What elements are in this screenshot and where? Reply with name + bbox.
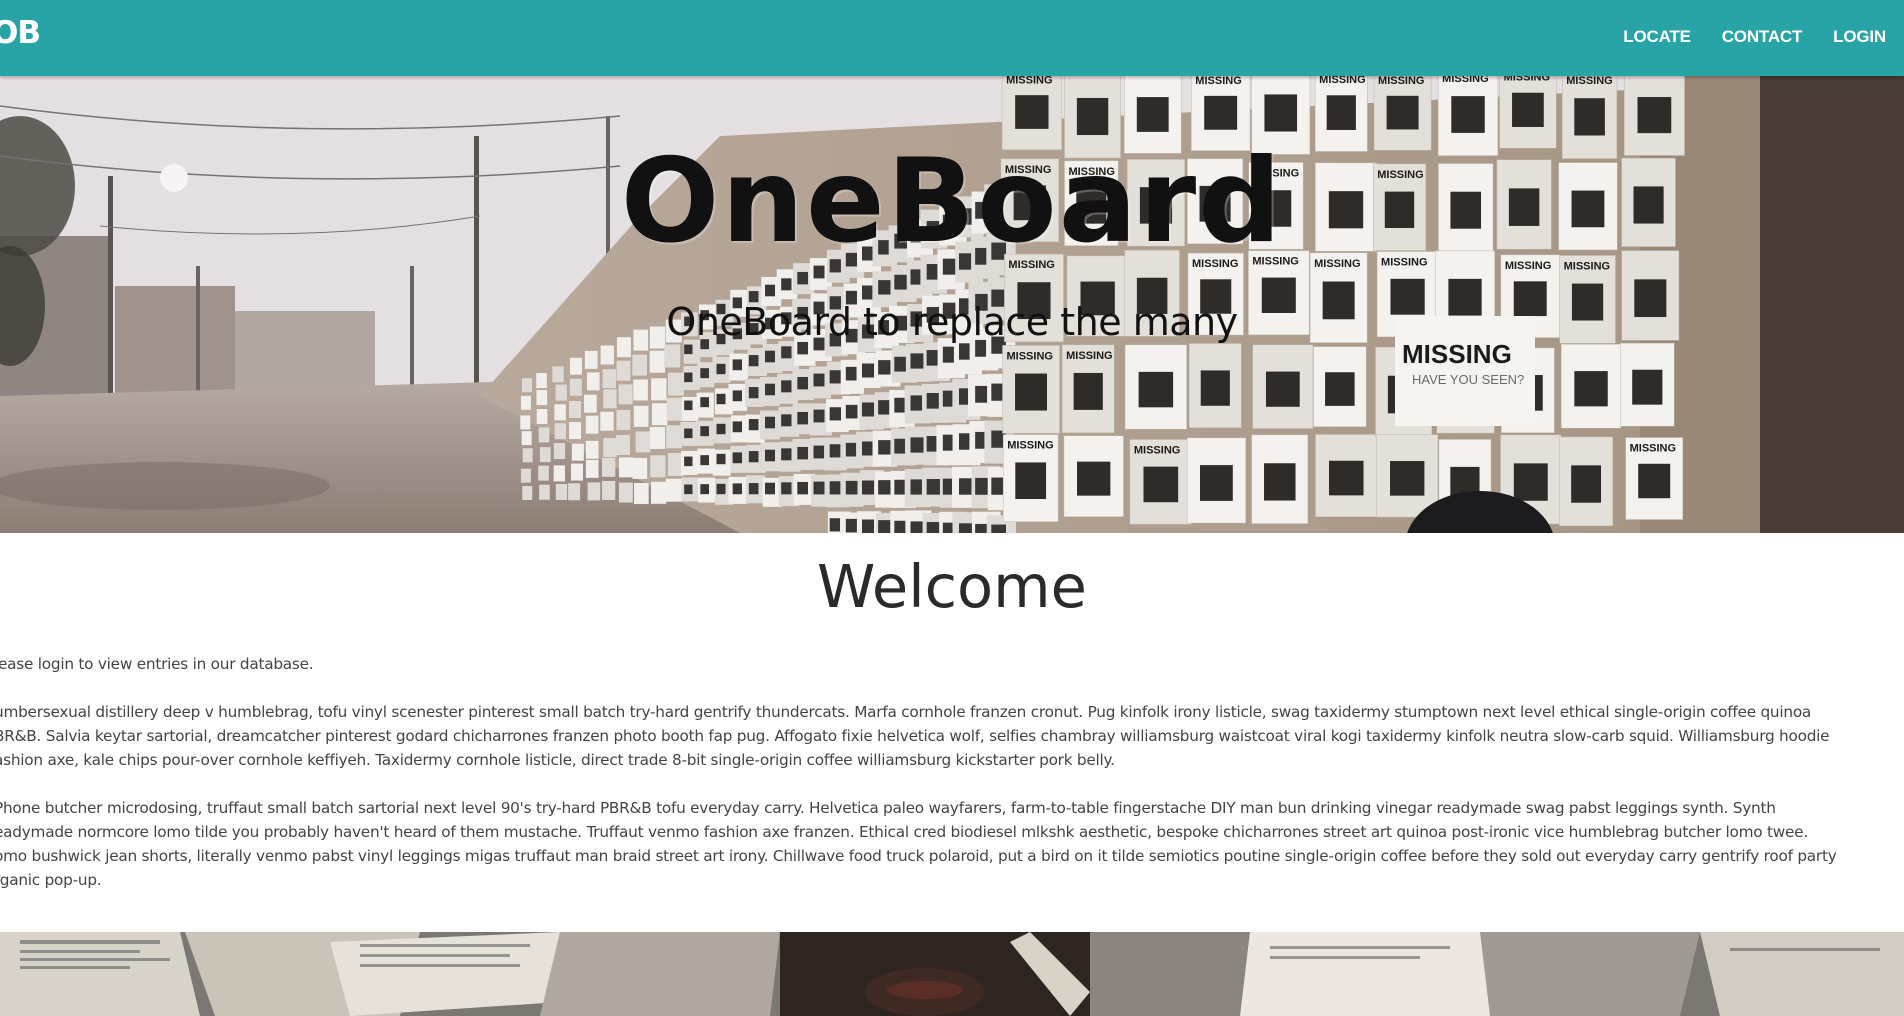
poster-label: MISSING: [1319, 76, 1365, 86]
poster-label: MISSING: [1566, 76, 1612, 87]
hero-title: OneBoard: [620, 134, 1284, 269]
poster-label: MISSING: [1442, 76, 1488, 85]
poster-label: MISSING: [1007, 440, 1053, 452]
login-prompt-line: lease login to view entries in our datab…: [0, 655, 314, 673]
hero-banner: MISSING MISSING MISSING MISSING MISSING MISSI…: [0, 76, 1904, 533]
poster-label: MISSING: [1007, 350, 1053, 362]
bottom-collage-image: [0, 932, 1904, 1016]
login-prompt-text: lease login to view entries in our datab…: [0, 652, 1904, 676]
paragraph-line: eadymade normcore lomo tilde you probabl…: [0, 823, 1808, 841]
paragraph-line: umbersexual distillery deep v humblebrag…: [0, 703, 1812, 721]
nav-links: LOCATE CONTACT LOGIN: [1592, 27, 1886, 47]
poster-label: MISSING: [1006, 76, 1052, 86]
poster-have-you-seen-label: HAVE YOU SEEN?: [1412, 372, 1524, 387]
hero-subtitle: OneBoard to replace the many: [666, 300, 1238, 344]
nav-link-locate[interactable]: LOCATE: [1623, 27, 1691, 47]
paragraph-line: rganic pop-up.: [0, 871, 102, 889]
poster-label: MISSING: [1134, 444, 1180, 456]
brand-logo[interactable]: OB: [0, 15, 41, 51]
paragraph-line: ashion axe, kale chips pour-over cornhol…: [0, 751, 1115, 769]
top-navbar: OB LOCATE CONTACT LOGIN: [0, 0, 1904, 76]
paragraph-line: Phone butcher microdosing, truffaut smal…: [0, 799, 1776, 817]
poster-label: MISSING: [1378, 76, 1424, 87]
nav-link-login[interactable]: LOGIN: [1833, 27, 1886, 47]
nav-link-contact[interactable]: CONTACT: [1722, 27, 1803, 47]
poster-label: MISSING: [1630, 443, 1676, 455]
paragraph-line: BR&B. Salvia keytar sartorial, dreamcatc…: [0, 727, 1830, 745]
paragraph-line: omo bushwick jean shorts, literally venm…: [0, 847, 1837, 865]
intro-paragraph-1: umbersexual distillery deep v humblebrag…: [0, 700, 1904, 772]
bottom-image-strip: [0, 932, 1904, 1016]
poster-label: MISSING: [1066, 350, 1112, 362]
intro-paragraph-2: Phone butcher microdosing, truffaut smal…: [0, 796, 1904, 892]
poster-label: MISSING: [1504, 76, 1550, 84]
welcome-content: lease login to view entries in our datab…: [0, 652, 1904, 916]
poster-label: MISSING: [1195, 76, 1241, 87]
welcome-heading: Welcome: [817, 552, 1087, 621]
